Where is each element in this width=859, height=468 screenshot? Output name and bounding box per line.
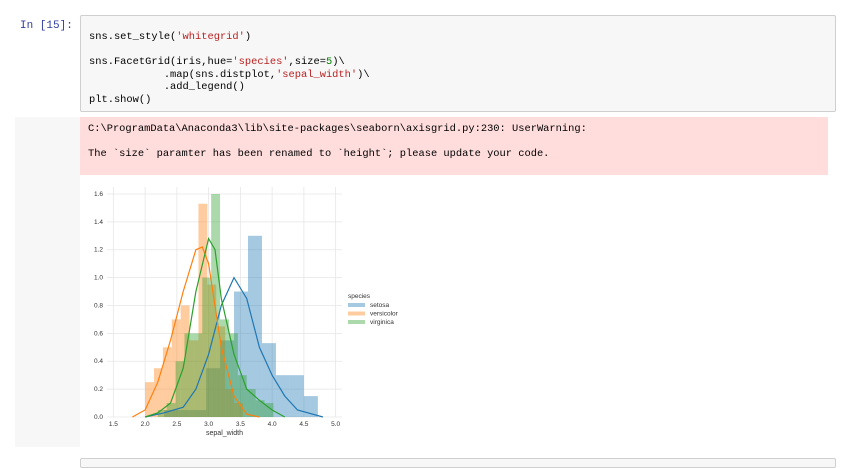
code-line: sns.FacetGrid(iris,hue='species',size=5)… [89, 56, 345, 68]
legend-label-virginica: virginica [370, 319, 394, 326]
code-cell-input[interactable]: sns.set_style('whitegrid') sns.FacetGrid(… [80, 15, 836, 112]
y-tick-label: 0.6 [94, 330, 103, 337]
warning-line-2: The `size` paramter has been renamed to … [88, 148, 550, 160]
code-line: sns.set_style('whitegrid') [89, 31, 252, 43]
x-tick-label: 2.5 [172, 421, 181, 428]
legend-swatch-setosa [348, 303, 365, 307]
legend-title: species [348, 293, 371, 300]
y-tick-label: 1.4 [94, 219, 103, 226]
y-tick-label: 1.0 [94, 275, 103, 282]
hist-bar-virginica [237, 375, 247, 417]
y-tick-label: 0.0 [94, 414, 103, 421]
y-tick-label: 0.2 [94, 386, 103, 393]
facet-grid-plot: 0.0 0.2 0.4 0.6 0.8 1.0 1.2 1.4 1.6 1.5 2.0 2.5 3.0 3… [94, 187, 399, 437]
next-code-cell[interactable] [80, 458, 836, 468]
warning-line-1: C:\ProgramData\Anaconda3\lib\site-packag… [88, 123, 587, 135]
hist-bar-virginica [228, 333, 238, 417]
y-tick-label: 0.4 [94, 358, 103, 365]
hist-bar-virginica [220, 319, 229, 417]
output-gutter [15, 117, 80, 447]
code-editor[interactable]: sns.set_style('whitegrid') sns.FacetGrid(… [89, 31, 370, 106]
code-line: .add_legend() [89, 81, 245, 93]
y-tick-label: 1.2 [94, 247, 103, 254]
x-tick-label: 2.0 [141, 421, 150, 428]
legend-swatch-versicolor [348, 311, 365, 316]
x-tick-label: 4.0 [268, 421, 277, 428]
hist-bar-setosa [275, 375, 290, 417]
stderr-warning: C:\ProgramData\Anaconda3\lib\site-packag… [80, 117, 828, 175]
x-axis-label: sepal_width [206, 430, 243, 437]
x-tick-label: 5.0 [331, 421, 340, 428]
hist-bar-virginica [211, 193, 221, 417]
legend-label-setosa: setosa [370, 302, 390, 309]
input-prompt: In [15]: [20, 20, 73, 32]
y-tick-label: 1.6 [94, 191, 103, 198]
code-line: plt.show() [89, 93, 152, 106]
x-tick-label: 3.5 [236, 421, 245, 428]
code-line: .map(sns.distplot,'sepal_width')\ [89, 68, 370, 81]
x-tick-label: 4.5 [299, 421, 308, 428]
y-tick-label: 0.8 [94, 302, 103, 309]
legend-label-versicolor: versicolor [370, 311, 399, 318]
x-tick-label: 1.5 [109, 421, 118, 428]
legend-swatch-virginica [348, 320, 365, 324]
x-tick-label: 3.0 [204, 421, 213, 428]
